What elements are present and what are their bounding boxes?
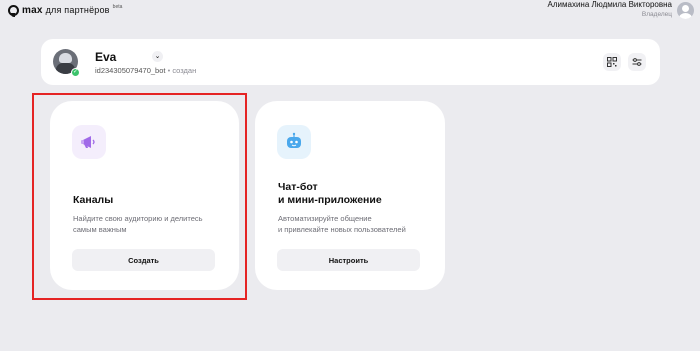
user-avatar[interactable] <box>677 1 694 19</box>
chatbot-description: Автоматизируйте общение и привлекайте нов… <box>278 214 406 234</box>
beta-badge: beta <box>112 4 123 10</box>
online-check-icon: ✓ <box>71 68 80 77</box>
configure-chatbot-button[interactable]: Настроить <box>277 249 420 271</box>
qr-code-button[interactable] <box>603 53 621 71</box>
sliders-icon <box>632 58 642 66</box>
chatbot-title: Чат-бот и мини-приложение <box>278 181 382 206</box>
logo-icon <box>8 4 19 17</box>
logo-text: max <box>22 4 43 16</box>
bot-status: создан <box>172 66 197 75</box>
user-menu[interactable]: Алимахина Людмила Викторовна Владелец <box>548 1 694 19</box>
chevron-down-icon[interactable]: ⌄ <box>152 51 163 62</box>
user-name: Алимахина Людмила Викторовна <box>547 0 672 10</box>
bot-subtitle: id234305079470_bot • создан <box>95 66 196 75</box>
qr-code-icon <box>607 57 617 67</box>
bot-card: ✓ Eva ⌄ id234305079470_bot • создан <box>41 39 660 85</box>
logo[interactable]: max для партнёров beta <box>8 3 122 17</box>
bot-separator: • <box>167 66 171 75</box>
settings-button[interactable] <box>628 53 646 71</box>
chatbot-card[interactable]: Чат-бот и мини-приложение Автоматизируйте… <box>255 101 445 290</box>
bot-id: id234305079470_bot <box>95 66 166 75</box>
top-bar: max для партнёров beta Алимахина Людмила… <box>0 0 700 20</box>
user-role: Владелец <box>641 11 672 19</box>
logo-suffix: для партнёров <box>45 4 110 15</box>
bot-name[interactable]: Eva <box>95 50 116 64</box>
highlight-frame <box>32 93 247 300</box>
robot-icon <box>277 125 311 159</box>
